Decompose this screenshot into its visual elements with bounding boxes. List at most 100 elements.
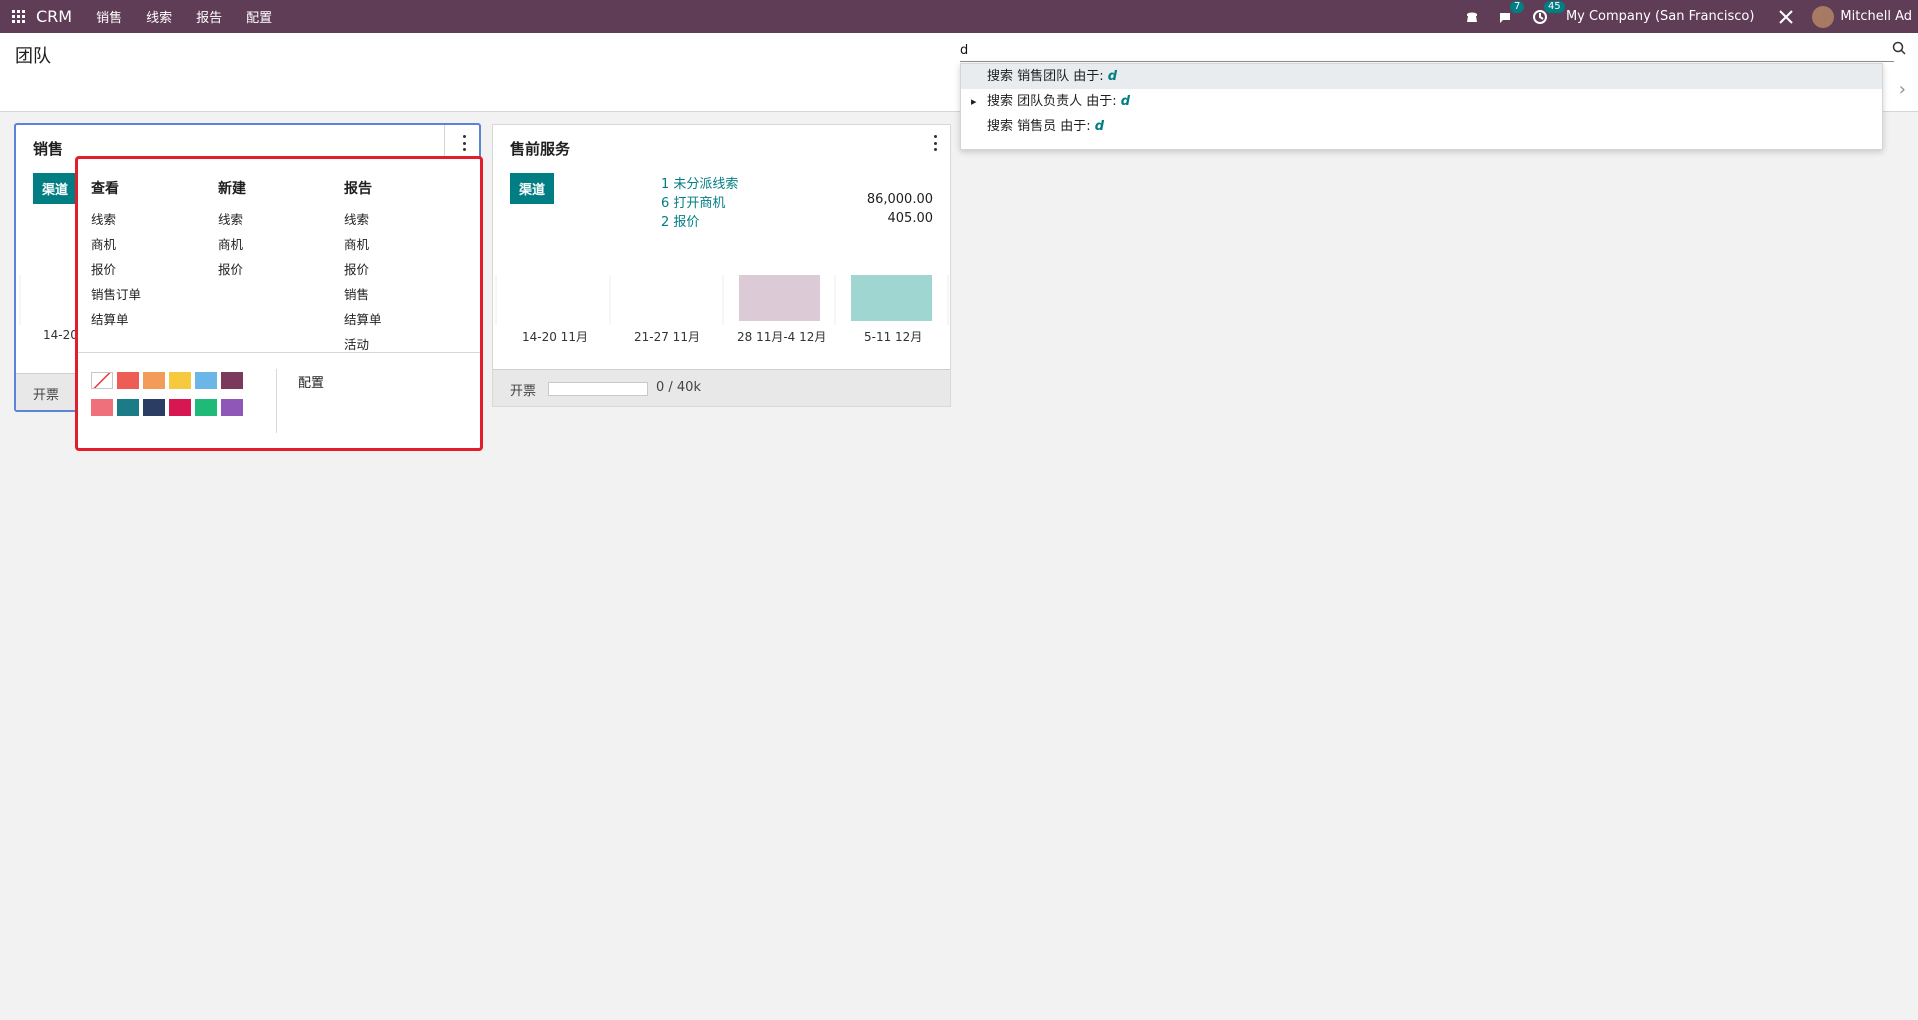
clock-icon[interactable]: 45 bbox=[1532, 0, 1565, 25]
menu-item[interactable]: 销售 bbox=[344, 284, 382, 309]
search-term: d bbox=[1094, 119, 1105, 134]
link-value: 405.00 bbox=[887, 211, 934, 226]
menu-item[interactable]: 商机 bbox=[344, 234, 382, 259]
chevron-right-icon[interactable]: › bbox=[1899, 79, 1906, 100]
presales-chart bbox=[495, 275, 949, 325]
menu-heading: 报告 bbox=[344, 181, 372, 197]
menu-heading: 查看 bbox=[91, 181, 119, 197]
color-swatch[interactable] bbox=[221, 372, 243, 389]
chat-icon[interactable]: 7 bbox=[1498, 0, 1525, 25]
menu-item[interactable]: 报价 bbox=[218, 259, 246, 284]
menu-separator bbox=[78, 352, 480, 353]
color-swatch[interactable] bbox=[221, 399, 243, 416]
chart-bar bbox=[739, 275, 820, 321]
progress-text: 0 / 40k bbox=[656, 380, 701, 395]
invoice-progress bbox=[548, 382, 648, 396]
settings-link[interactable]: 配置 bbox=[298, 372, 324, 391]
unassigned-leads-row: 1 未分派线索 bbox=[661, 173, 933, 192]
open-opportunities-row: 6 打开商机 86,000.00 bbox=[661, 192, 933, 211]
color-swatch[interactable] bbox=[117, 399, 139, 416]
quotations-row: 2 报价 405.00 bbox=[661, 211, 933, 230]
search-input[interactable] bbox=[960, 39, 1894, 62]
menu-item[interactable]: 商机 bbox=[91, 234, 141, 259]
color-swatch[interactable] bbox=[143, 372, 165, 389]
menu-item[interactable]: 销售订单 bbox=[91, 284, 141, 309]
menu-sales[interactable]: 销售 bbox=[96, 7, 122, 26]
message-count-badge: 7 bbox=[1509, 0, 1525, 13]
search-option-label: 搜索 团队负责人 由于: bbox=[987, 94, 1117, 109]
color-swatch[interactable] bbox=[195, 372, 217, 389]
team-card-presales[interactable]: 售前服务 渠道 1 未分派线索 6 打开商机 86,000.00 2 报价 40… bbox=[492, 124, 951, 407]
menu-item[interactable]: 活动 bbox=[344, 334, 382, 359]
apps-icon[interactable] bbox=[12, 9, 26, 24]
card-title: 售前服务 bbox=[510, 140, 571, 158]
team-card-context-menu: 查看 线索 商机 报价 销售订单 结算单 新建 线索 商机 报价 报告 线索 商… bbox=[75, 156, 483, 451]
invoice-label: 开票 bbox=[33, 388, 60, 403]
search-option-label: 搜索 销售团队 由于: bbox=[987, 69, 1104, 84]
pipeline-button[interactable]: 渠道 bbox=[33, 173, 78, 204]
color-swatch[interactable] bbox=[169, 399, 191, 416]
menu-item[interactable]: 结算单 bbox=[91, 309, 141, 334]
menu-item[interactable]: 线索 bbox=[218, 209, 246, 234]
search-term: d bbox=[1107, 69, 1118, 84]
color-picker bbox=[91, 372, 251, 426]
invoice-label: 开票 bbox=[510, 384, 537, 399]
company-switcher[interactable]: My Company (San Francisco) bbox=[1566, 9, 1754, 24]
menu-item[interactable]: 线索 bbox=[344, 209, 382, 234]
user-avatar[interactable] bbox=[1812, 5, 1835, 28]
menu-item[interactable]: 线索 bbox=[91, 209, 141, 234]
unassigned-leads-link[interactable]: 1 未分派线索 bbox=[661, 173, 738, 192]
kebab-icon[interactable] bbox=[934, 135, 938, 151]
pipeline-button[interactable]: 渠道 bbox=[510, 173, 555, 204]
color-swatch[interactable] bbox=[91, 372, 113, 389]
menu-item[interactable]: 报价 bbox=[91, 259, 141, 284]
tools-icon[interactable] bbox=[1778, 9, 1794, 25]
search-autocomplete: 搜索 销售团队 由于: d ▸ 搜索 团队负责人 由于: d 搜索 销售员 由于… bbox=[960, 63, 1883, 150]
menu-column-view: 查看 线索 商机 报价 销售订单 结算单 bbox=[91, 178, 141, 334]
card-title: 销售 bbox=[33, 140, 64, 158]
chart-label: 14-20 11月 bbox=[522, 330, 588, 344]
color-swatch[interactable] bbox=[143, 399, 165, 416]
chart-label: 21-27 11月 bbox=[634, 330, 700, 344]
user-name[interactable]: Mitchell Ad bbox=[1840, 9, 1912, 24]
card-footer: 开票 0 / 40k bbox=[493, 369, 950, 406]
menu-column-report: 报告 线索 商机 报价 销售 结算单 活动 bbox=[344, 178, 382, 359]
activity-count-badge: 45 bbox=[1543, 0, 1565, 13]
top-right-area: 7 45 My Company (San Francisco) Mitchell… bbox=[1464, 0, 1918, 33]
color-swatch[interactable] bbox=[91, 399, 113, 416]
search-icon[interactable] bbox=[1892, 41, 1906, 55]
quotations-link[interactable]: 2 报价 bbox=[661, 211, 699, 230]
search-term: d bbox=[1120, 94, 1131, 109]
card-menu-toggle[interactable] bbox=[444, 125, 479, 160]
chart-bar bbox=[851, 275, 932, 321]
search-option-team-leader[interactable]: ▸ 搜索 团队负责人 由于: d bbox=[961, 89, 1882, 114]
menu-heading: 新建 bbox=[218, 181, 246, 197]
chart-label: 5-11 12月 bbox=[864, 330, 923, 344]
menu-reports[interactable]: 报告 bbox=[196, 7, 222, 26]
menu-item[interactable]: 商机 bbox=[218, 234, 246, 259]
menu-item[interactable]: 结算单 bbox=[344, 309, 382, 334]
top-navbar: CRM 销售 线索 报告 配置 7 45 My Company (San Fra… bbox=[0, 0, 1918, 33]
kebab-icon[interactable] bbox=[463, 135, 467, 151]
menu-column-new: 新建 线索 商机 报价 bbox=[218, 178, 246, 284]
menu-item[interactable]: 报价 bbox=[344, 259, 382, 284]
open-opportunities-link[interactable]: 6 打开商机 bbox=[661, 192, 725, 211]
search-option-label: 搜索 销售员 由于: bbox=[987, 119, 1091, 134]
color-swatch[interactable] bbox=[195, 399, 217, 416]
card-links: 1 未分派线索 6 打开商机 86,000.00 2 报价 405.00 bbox=[661, 173, 933, 230]
color-swatch[interactable] bbox=[169, 372, 191, 389]
menu-settings[interactable]: 配置 bbox=[246, 7, 272, 26]
main-menu: 销售 线索 报告 配置 bbox=[84, 7, 284, 26]
caret-right-icon[interactable]: ▸ bbox=[971, 89, 977, 114]
color-swatch[interactable] bbox=[117, 372, 139, 389]
app-name[interactable]: CRM bbox=[36, 7, 72, 26]
menu-leads[interactable]: 线索 bbox=[146, 7, 172, 26]
menu-vertical-separator bbox=[276, 369, 277, 433]
chart-label: 14-20 bbox=[43, 328, 78, 342]
search-option-team[interactable]: 搜索 销售团队 由于: d bbox=[961, 64, 1882, 89]
link-value: 86,000.00 bbox=[866, 192, 933, 207]
chart-label: 28 11月-4 12月 bbox=[737, 330, 827, 344]
search-option-salesperson[interactable]: 搜索 销售员 由于: d bbox=[961, 114, 1882, 139]
phone-icon[interactable] bbox=[1464, 9, 1480, 25]
page-title: 团队 bbox=[15, 46, 51, 67]
